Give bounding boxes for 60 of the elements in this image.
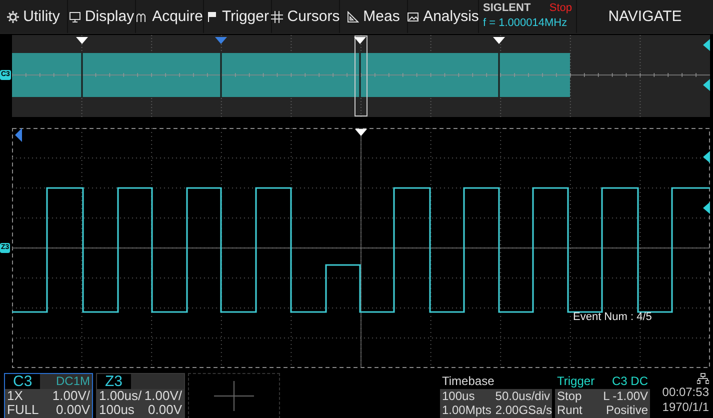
trigger-value: Stop <box>557 389 582 403</box>
monitor-icon <box>68 10 81 22</box>
trigger-value: L -1.00V <box>603 389 648 403</box>
flag-icon <box>206 10 218 22</box>
trigger-title: Trigger <box>557 373 595 389</box>
level-marker-icon <box>703 79 710 91</box>
waveform-icon <box>136 10 148 22</box>
navigate-button[interactable]: NAVIGATE <box>577 0 713 33</box>
channel-value: 0.00V <box>56 403 90 417</box>
zoom-window[interactable] <box>354 36 368 116</box>
timebase-panel[interactable]: Timebase 100us 50.0us/div 1.00Mpts 2.00GSa/s <box>440 373 552 418</box>
brand-label: SIGLENT <box>483 2 531 14</box>
menu-button[interactable]: Analysis <box>408 0 478 33</box>
level-marker-icon <box>703 202 710 214</box>
event-number: Event Num : 4/5 <box>573 311 652 323</box>
frequency-readout: f = 1.000014MHz <box>483 17 568 29</box>
trigger-marker-icon <box>15 128 22 142</box>
channel-name: C3 <box>5 374 40 389</box>
timebase-value: 1.00Mpts <box>442 403 492 417</box>
clock-time: 00:07:53 <box>662 385 709 400</box>
trigger-source: C3 DC <box>612 373 648 389</box>
channel-value: 0.00V <box>148 403 182 417</box>
level-marker-icon <box>703 151 710 163</box>
coupling-label: DC1M <box>56 374 91 389</box>
crosshair-icon <box>214 381 254 411</box>
channel-value: 100us <box>99 403 134 417</box>
channel-value: FULL <box>7 403 39 417</box>
menu-button[interactable]: Cursors <box>272 0 339 33</box>
menu-button[interactable]: Display <box>68 0 135 33</box>
menu-button[interactable]: Meas <box>340 0 407 33</box>
event-marker-icon <box>354 37 366 44</box>
timebase-value: 2.00GSa/s <box>495 403 552 417</box>
image-icon <box>407 10 420 22</box>
trigger-value: Runt <box>557 403 582 417</box>
channel-value: 1.00V/ <box>52 389 90 403</box>
channel-panel[interactable]: C3 DC1M 1X 1.00V/ FULL 0.00V <box>4 373 93 418</box>
menu-button[interactable]: Trigger <box>204 0 271 33</box>
timebase-title: Timebase <box>442 373 494 389</box>
trigger-value: Positive <box>606 403 648 417</box>
hash-icon <box>271 10 284 22</box>
clock-date: 1970/1/1 <box>662 400 709 415</box>
event-marker-icon <box>76 37 88 44</box>
channel-value: 1.00us/ <box>99 389 142 403</box>
event-marker-icon <box>215 37 227 44</box>
menu-button[interactable]: Acquire <box>136 0 203 33</box>
channel-value: 1X <box>7 389 23 403</box>
channel-value: 1.00V/ <box>144 389 182 403</box>
ruler-icon <box>347 10 360 22</box>
channel-name: Z3 <box>97 374 131 389</box>
channel-panel[interactable]: Z3 1.00us/ 1.00V/ 100us 0.00V <box>96 373 185 418</box>
trigger-position-icon <box>355 129 367 136</box>
menu-button[interactable]: Utility <box>0 0 67 33</box>
event-marker-icon <box>493 37 505 44</box>
gear-icon <box>7 10 20 22</box>
timebase-value: 50.0us/div <box>495 389 550 403</box>
run-state: Stop <box>549 2 572 14</box>
timebase-value: 100us <box>442 389 475 403</box>
trigger-panel[interactable]: Trigger C3 DC Stop L -1.00V Runt Positive <box>555 373 650 418</box>
network-icon <box>697 373 709 385</box>
level-marker-icon <box>703 39 710 51</box>
